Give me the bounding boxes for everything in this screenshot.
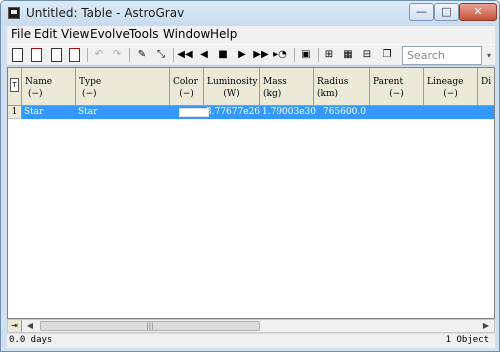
object-table: T Name (−) Type (−) Color (−) Luminosity… [7,67,495,319]
menu-evolve[interactable]: Evolve [90,27,130,41]
cell-name[interactable]: Star [24,106,74,119]
toolbar-overflow-icon[interactable]: ▾ [487,51,491,60]
scrollbar-thumb[interactable]: ||| [40,321,260,331]
cell-radius[interactable]: 765600.0 [314,106,370,119]
redo-icon[interactable]: ↷ [109,47,125,63]
minimize-button[interactable]: — [409,3,434,21]
fast-forward-icon[interactable]: ▶▶ [253,47,269,63]
wand-icon[interactable]: ✎ [134,47,150,63]
column-header-color[interactable]: Color (−) [170,68,204,106]
object-count: 1 Object [445,335,489,345]
column-header-mass[interactable]: Mass (kg) [260,68,314,106]
column-header-lineage[interactable]: Lineage (−) [424,68,478,106]
toolbar: ↶ ↷ ✎ ⤡ ◀◀ ◀ ■ ▶ ▶▶ ▸◔ ▣ ⊞ ▦ ⊟ ❐ Search … [7,44,495,66]
stop-icon[interactable]: ■ [215,47,231,63]
export-icon[interactable] [67,47,83,63]
simulation-view-icon[interactable]: ⊞ [321,47,337,63]
maximize-button[interactable]: □ [434,3,459,21]
menu-file[interactable]: File [11,27,31,41]
close-button[interactable]: ✕ [459,3,497,21]
menu-help[interactable]: Help [210,27,237,41]
app-icon[interactable] [8,7,20,19]
menu-bar: File Edit View Evolve Tools Window Help [7,26,495,44]
cell-color-swatch[interactable] [179,108,209,117]
windows-icon[interactable]: ❐ [379,47,395,63]
column-header-luminosity[interactable]: Luminosity (W) [204,68,260,106]
menu-view[interactable]: View [61,27,89,41]
menu-edit[interactable]: Edit [34,27,57,41]
row-toggle-icon[interactable]: ⇥ [8,320,22,332]
play-icon[interactable]: ▶ [234,47,250,63]
step-backward-icon[interactable]: ◀ [196,47,212,63]
scroll-left-icon[interactable]: ◀ [24,320,36,332]
select-all-icon[interactable]: T [10,78,19,92]
resize-icon[interactable]: ⤡ [153,47,169,63]
app-window: Untitled: Table - AstroGrav — □ ✕ File E… [0,0,500,352]
table-view-icon[interactable]: ▦ [340,47,356,63]
new-document-icon[interactable] [10,47,26,63]
timed-play-icon[interactable]: ▸◔ [272,47,288,63]
fast-backward-icon[interactable]: ◀◀ [177,47,193,63]
search-input[interactable]: Search [402,46,482,65]
open-document-icon[interactable] [29,47,45,63]
cell-mass[interactable]: 1.79003e30 [262,106,316,119]
horizontal-scrollbar[interactable]: ⇥ ◀ ||| ▶ [7,319,495,333]
menu-tools[interactable]: Tools [129,27,159,41]
status-bar: 0.0 days 1 Object [7,334,495,348]
undo-icon[interactable]: ↶ [91,47,107,63]
table-row[interactable]: Star Star 3.77677e26 1.79003e30 765600.0 [22,106,494,119]
window-title: Untitled: Table - AstroGrav [26,6,185,20]
step-icon[interactable]: ▣ [298,47,314,63]
column-header-parent[interactable]: Parent (−) [370,68,424,106]
row-number[interactable]: 1 [8,106,22,119]
cell-luminosity[interactable]: 3.77677e26 [206,106,262,119]
tree-view-icon[interactable]: ⊟ [359,47,375,63]
cell-type[interactable]: Star [78,106,168,119]
title-bar[interactable]: Untitled: Table - AstroGrav — □ ✕ [1,1,499,26]
scroll-right-icon[interactable]: ▶ [480,320,492,332]
column-header-radius[interactable]: Radius (km) [314,68,370,106]
column-header-name[interactable]: Name (−) [22,68,76,106]
table-corner[interactable]: T [8,68,22,106]
simulation-time: 0.0 days [9,335,53,345]
print-icon[interactable] [49,47,65,63]
menu-window[interactable]: Window [163,27,210,41]
column-header-type[interactable]: Type (−) [76,68,170,106]
column-header-distance[interactable]: Di [478,68,494,106]
